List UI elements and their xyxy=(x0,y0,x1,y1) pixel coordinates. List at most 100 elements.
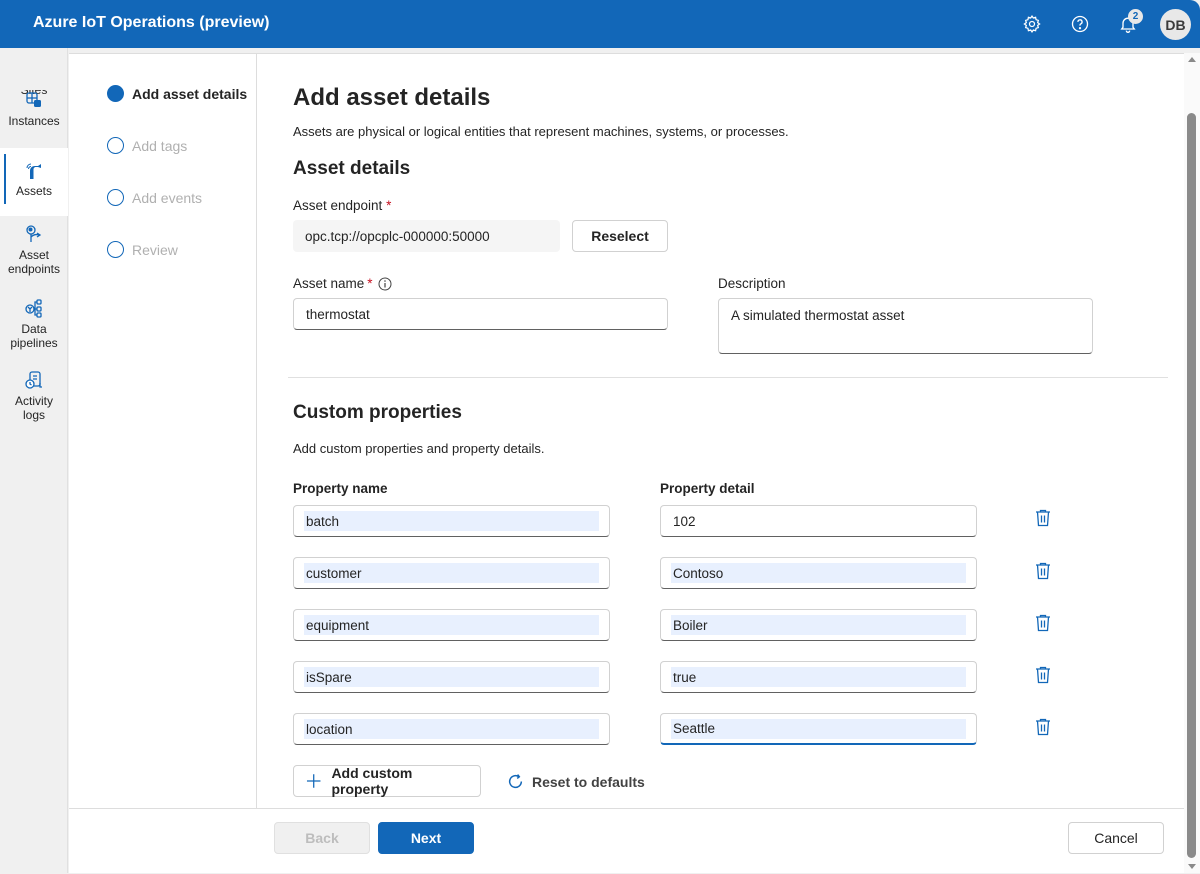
description-value: A simulated thermostat asset xyxy=(731,308,905,323)
property-detail-value: Boiler xyxy=(671,615,966,635)
property-detail-value: Contoso xyxy=(671,563,966,583)
delete-property-icon[interactable] xyxy=(1034,561,1052,581)
property-name-input[interactable]: batch xyxy=(293,505,610,537)
property-name-value: isSpare xyxy=(304,667,599,687)
button-label: Reset to defaults xyxy=(532,773,645,790)
property-detail-value: Seattle xyxy=(671,718,966,739)
nav-label: endpoints xyxy=(7,262,61,276)
nav-item-asset-endpoints[interactable]: Asset endpoints xyxy=(0,224,68,288)
app-title: Azure IoT Operations (preview) xyxy=(33,14,270,31)
wizard-panel: Add asset details Add tags Add events Re… xyxy=(69,53,1184,873)
refresh-icon xyxy=(508,774,523,789)
property-name-value: equipment xyxy=(304,615,599,635)
property-name-value: customer xyxy=(304,563,599,583)
property-detail-input[interactable]: true xyxy=(660,661,977,693)
delete-property-icon[interactable] xyxy=(1034,717,1052,737)
property-name-value: batch xyxy=(304,511,599,531)
required-marker: * xyxy=(386,198,392,213)
required-marker: * xyxy=(367,276,373,291)
property-detail-value: 102 xyxy=(673,513,696,529)
avatar[interactable]: DB xyxy=(1160,9,1191,40)
nav-item-data-pipelines[interactable]: Data pipelines xyxy=(0,298,68,362)
nav-item-assets[interactable]: Assets xyxy=(0,148,68,216)
property-detail-value: true xyxy=(671,667,966,687)
gear-icon xyxy=(1023,14,1041,34)
back-button[interactable]: Back xyxy=(274,822,370,854)
step-label: Add events xyxy=(132,189,203,206)
button-label: Add custom property xyxy=(331,765,413,797)
activity-logs-icon xyxy=(25,371,42,389)
help-icon xyxy=(1071,15,1089,33)
page-title: Add asset details xyxy=(293,84,491,111)
nav-label: pipelines xyxy=(10,336,58,350)
step-add-asset-details[interactable]: Add asset details xyxy=(107,85,247,102)
step-add-tags[interactable]: Add tags xyxy=(107,137,187,154)
property-detail-input[interactable]: Boiler xyxy=(660,609,977,641)
nav-label: Instances xyxy=(8,114,60,128)
property-name-header: Property name xyxy=(293,481,388,496)
property-name-input[interactable]: location xyxy=(293,713,610,745)
info-icon[interactable] xyxy=(378,277,392,291)
page-subtitle: Assets are physical or logical entities … xyxy=(293,124,789,139)
instances-icon xyxy=(26,92,41,107)
scroll-down-arrow-icon[interactable] xyxy=(1188,864,1196,869)
reselect-button[interactable]: Reselect xyxy=(572,220,668,252)
step-review[interactable]: Review xyxy=(107,241,178,258)
left-nav: Sites Instances Assets Asset endpoints D… xyxy=(0,48,68,873)
asset-name-label: Asset name * xyxy=(293,276,392,291)
asset-endpoint-field: opc.tcp://opcplc-000000:50000 xyxy=(293,220,560,252)
nav-item-instances[interactable]: Instances xyxy=(0,90,68,148)
add-custom-property-button[interactable]: Add custom property xyxy=(293,765,481,797)
assets-icon xyxy=(26,163,41,179)
nav-label: Activity xyxy=(14,394,53,408)
app-header: Azure IoT Operations (preview) 2 DB xyxy=(0,0,1200,48)
label-text: Asset endpoint xyxy=(293,198,383,213)
delete-property-icon[interactable] xyxy=(1034,613,1052,633)
property-name-input[interactable]: customer xyxy=(293,557,610,589)
description-label: Description xyxy=(718,276,786,291)
property-detail-input[interactable]: Seattle xyxy=(660,713,977,745)
asset-details-heading: Asset details xyxy=(293,158,411,179)
step-indicator-icon xyxy=(107,137,124,154)
scrollbar-thumb[interactable] xyxy=(1187,113,1196,858)
notification-badge: 2 xyxy=(1128,9,1143,24)
wizard-footer: Back Next Cancel xyxy=(69,808,1184,874)
step-add-events[interactable]: Add events xyxy=(107,189,202,206)
step-label: Review xyxy=(132,241,178,258)
scroll-up-arrow-icon[interactable] xyxy=(1188,57,1196,62)
reset-to-defaults-button[interactable]: Reset to defaults xyxy=(507,773,645,790)
property-name-input[interactable]: equipment xyxy=(293,609,610,641)
nav-label: logs xyxy=(22,408,45,422)
vertical-scrollbar[interactable] xyxy=(1184,53,1200,873)
asset-name-value: thermostat xyxy=(306,306,370,322)
property-detail-input[interactable]: Contoso xyxy=(660,557,977,589)
nav-label: Data xyxy=(21,322,47,336)
asset-name-input[interactable]: thermostat xyxy=(293,298,668,330)
plus-icon xyxy=(306,774,321,788)
help-button[interactable] xyxy=(1068,12,1092,36)
nav-label: Asset xyxy=(18,248,49,262)
delete-property-icon[interactable] xyxy=(1034,508,1052,528)
step-indicator-icon xyxy=(107,85,124,102)
custom-properties-subtitle: Add custom properties and property detai… xyxy=(293,441,545,456)
wizard-steps: Add asset details Add tags Add events Re… xyxy=(69,54,257,808)
label-text: Asset name xyxy=(293,276,365,291)
asset-endpoint-label: Asset endpoint * xyxy=(293,198,391,213)
property-detail-header: Property detail xyxy=(660,481,755,496)
data-pipelines-icon xyxy=(25,299,42,318)
step-label: Add asset details xyxy=(132,85,248,102)
property-name-value: location xyxy=(304,719,599,739)
delete-property-icon[interactable] xyxy=(1034,665,1052,685)
section-divider xyxy=(288,377,1168,378)
step-label: Add tags xyxy=(132,137,188,154)
settings-button[interactable] xyxy=(1020,12,1044,36)
asset-endpoints-icon xyxy=(26,225,42,242)
asset-endpoint-value: opc.tcp://opcplc-000000:50000 xyxy=(305,228,490,244)
nav-item-activity-logs[interactable]: Activity logs xyxy=(0,370,68,434)
property-detail-input[interactable]: 102 xyxy=(660,505,977,537)
step-indicator-icon xyxy=(107,189,124,206)
property-name-input[interactable]: isSpare xyxy=(293,661,610,693)
cancel-button[interactable]: Cancel xyxy=(1068,822,1164,854)
next-button[interactable]: Next xyxy=(378,822,474,854)
description-textarea[interactable]: A simulated thermostat asset xyxy=(718,298,1093,354)
